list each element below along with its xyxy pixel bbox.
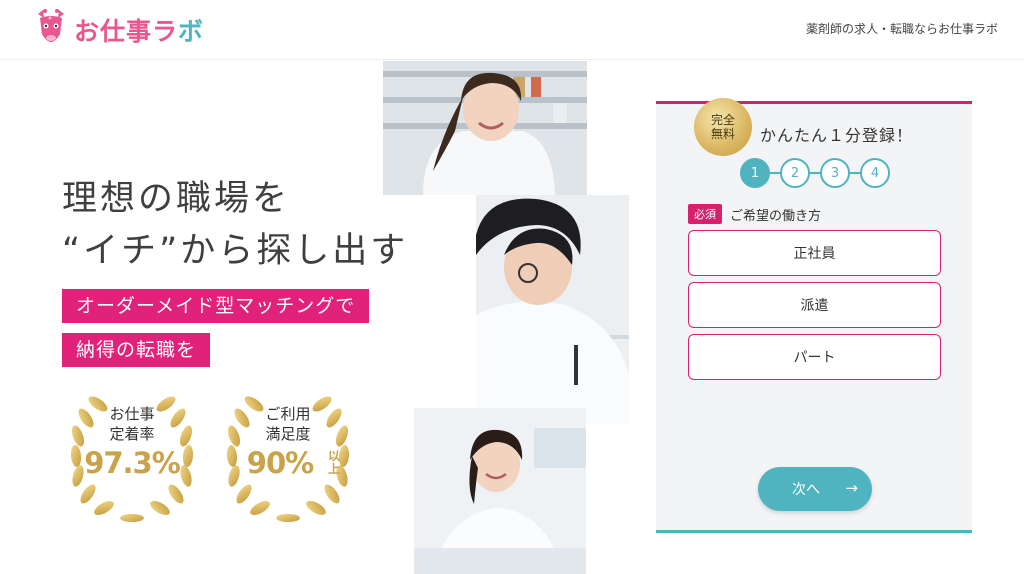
site-logo[interactable]: お仕事ラボ [32, 8, 204, 52]
badge-label-2: 満足度 [265, 425, 311, 443]
site-header: お仕事ラボ 薬剤師の求人・転職ならお仕事ラボ [0, 0, 1024, 60]
pharmacist-photo-2 [476, 195, 629, 424]
step-connector [850, 172, 860, 174]
badge-suffix: 以上 [328, 449, 341, 476]
badge-label-2: 定着率 [109, 425, 155, 443]
satisfaction-badge: ご利用 満足度 90% 以上 [218, 386, 358, 526]
retention-rate-badge: お仕事 定着率 97.3% [62, 386, 202, 526]
badge-label-1: ご利用 [265, 405, 311, 423]
option-dispatch-button[interactable]: 派遣 [688, 282, 941, 328]
headline-line-2: “イチ”から探し出す [62, 231, 409, 271]
pharmacist-photo-1 [383, 61, 587, 195]
free-badge: 完全 無料 [694, 98, 752, 156]
next-button-label: 次へ [792, 482, 820, 498]
step-3: 3 [820, 158, 850, 188]
subheadline-band-2: 納得の転職を [62, 333, 211, 367]
subheadline-band-1: オーダーメイド型マッチングで [62, 289, 370, 323]
pharmacist-photo-3 [414, 408, 586, 574]
step-connector [770, 172, 780, 174]
giraffe-logo-icon [38, 9, 64, 42]
step-1: 1 [740, 158, 770, 188]
required-tag: 必須 [688, 204, 722, 224]
step-connector [810, 172, 820, 174]
option-fulltime-button[interactable]: 正社員 [688, 230, 941, 276]
next-button[interactable]: 次へ → [758, 467, 872, 511]
badge-label-1: お仕事 [109, 405, 155, 423]
form-title: かんたん１分登録！ [760, 126, 914, 145]
hero-section: 理想の職場を “イチ”から探し出す オーダーメイド型マッチングで 納得の転職を [0, 61, 1024, 574]
badge-value: 97.3% [84, 446, 181, 480]
hero-headline: 理想の職場を “イチ”から探し出す [62, 173, 408, 277]
headline-line-1: 理想の職場を [62, 179, 291, 219]
header-tagline: 薬剤師の求人・転職ならお仕事ラボ [805, 22, 998, 36]
arrow-right-icon: → [845, 479, 858, 497]
step-2: 2 [780, 158, 810, 188]
question-row: 必須 ご希望の働き方 [688, 204, 821, 224]
step-4: 4 [860, 158, 890, 188]
step-indicator: 1 2 3 4 [740, 158, 890, 188]
question-label: ご希望の働き方 [730, 208, 822, 224]
registration-form: 完全 無料 かんたん１分登録！ 1 2 3 4 必須 ご希望の働き方 正社員 派… [656, 98, 972, 533]
logo-text: お仕事ラボ [74, 17, 205, 46]
option-parttime-button[interactable]: パート [688, 334, 941, 380]
